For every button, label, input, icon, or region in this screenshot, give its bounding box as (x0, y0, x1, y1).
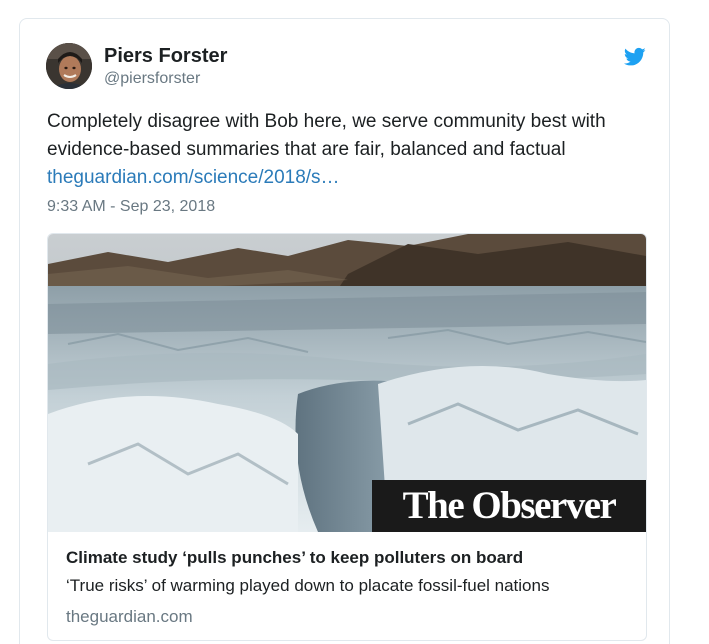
observer-logo: The Observer (372, 480, 646, 532)
author-name[interactable]: Piers Forster (104, 45, 227, 67)
twitter-bird-icon[interactable] (623, 47, 646, 67)
card-domain: theguardian.com (66, 607, 193, 626)
tweet-card: Piers Forster @piersforster Completely d… (19, 18, 670, 644)
link-preview-card[interactable]: The Observer Climate study ‘pulls punche… (47, 233, 647, 641)
tweet-timestamp[interactable]: 9:33 AM - Sep 23, 2018 (47, 197, 215, 217)
card-description: ‘True risks’ of warming played down to p… (66, 576, 550, 595)
avatar[interactable] (46, 43, 92, 89)
tweet-text-line: Completely disagree with Bob here, we se… (47, 111, 606, 132)
glacier-photo: The Observer (48, 234, 646, 532)
tweet-link[interactable]: theguardian.com/science/2018/s… (47, 167, 340, 188)
author-handle[interactable]: @piersforster (104, 69, 200, 89)
tweet-text-line: evidence-based summaries that are fair, … (47, 139, 566, 160)
card-title[interactable]: Climate study ‘pulls punches’ to keep po… (66, 548, 523, 568)
tweet-text: Completely disagree with Bob here, we se… (47, 108, 657, 192)
